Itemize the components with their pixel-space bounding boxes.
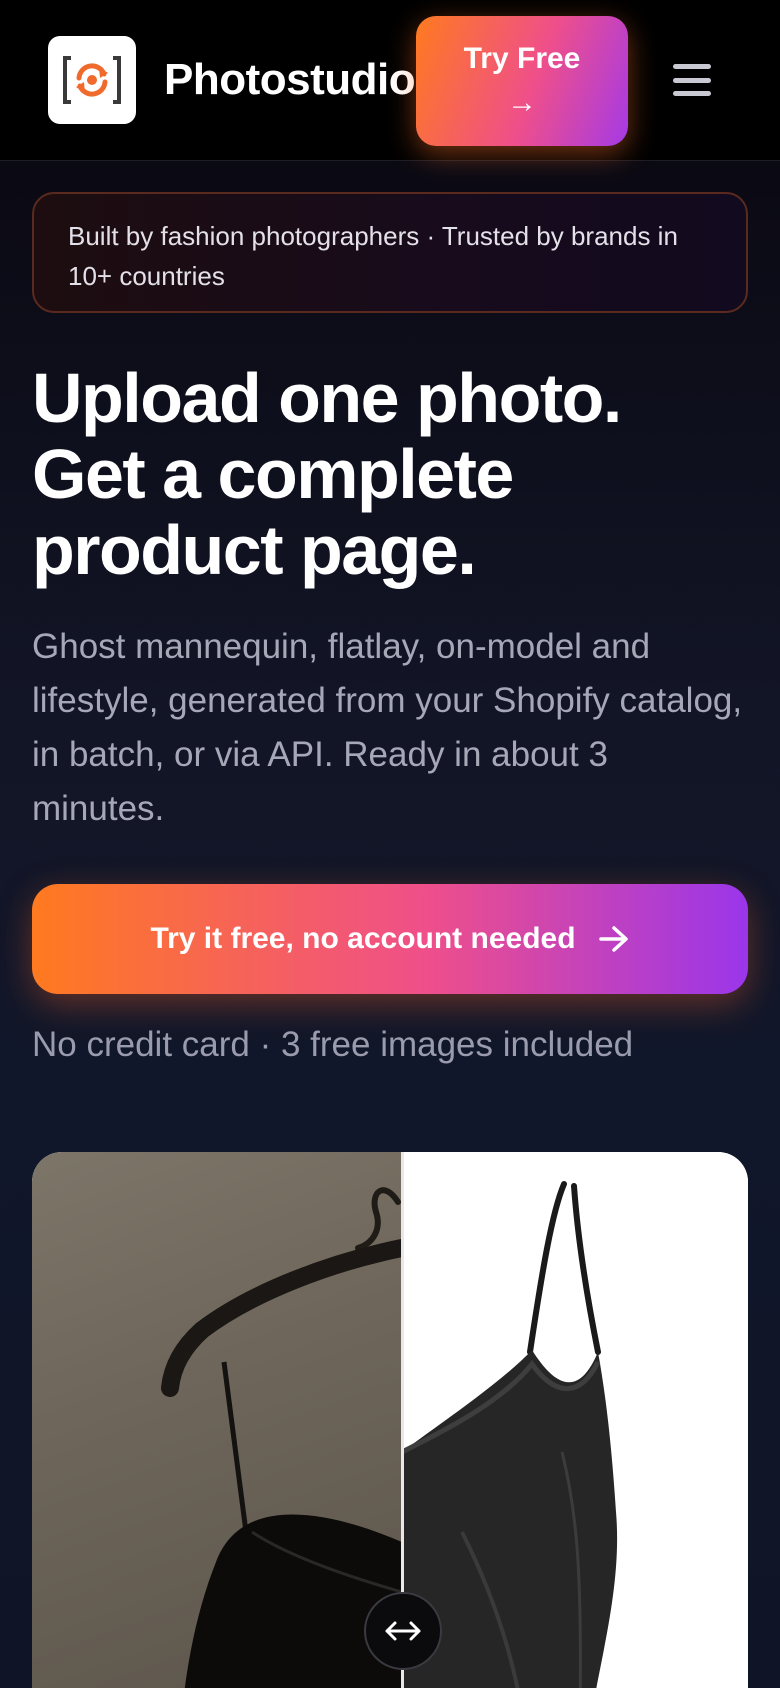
menu-bar	[673, 77, 711, 83]
after-image	[400, 1152, 748, 1688]
before-after-comparison[interactable]	[32, 1152, 748, 1688]
menu-bar	[673, 91, 711, 96]
try-free-cta-button[interactable]: Try it free, no account needed	[32, 884, 748, 994]
menu-bar	[673, 64, 711, 69]
before-image	[32, 1152, 411, 1688]
hero-headline: Upload one photo. Get a complete product…	[32, 359, 622, 589]
try-free-button[interactable]: Try Free →	[416, 16, 628, 146]
hamburger-menu-icon[interactable]	[668, 58, 716, 102]
top-navbar: Photostudio Try Free →	[0, 0, 780, 161]
cta-label: Try it free, no account needed	[150, 922, 576, 955]
dress-on-hanger-photo	[161, 1187, 411, 1688]
left-right-arrow-icon	[385, 1621, 421, 1641]
brand-logo[interactable]	[48, 36, 136, 124]
camera-refresh-icon	[63, 56, 121, 104]
arrow-right-icon	[598, 926, 628, 952]
brand-name[interactable]: Photostudio	[164, 52, 416, 108]
cta-note: No credit card · 3 free images included	[32, 1025, 634, 1064]
trust-badge: Built by fashion photographers · Trusted…	[32, 192, 748, 313]
ghost-mannequin-dress-photo	[400, 1181, 618, 1688]
compare-slider-handle[interactable]	[364, 1592, 442, 1670]
hero-subtext: Ghost mannequin, flatlay, on-model and l…	[32, 627, 743, 828]
